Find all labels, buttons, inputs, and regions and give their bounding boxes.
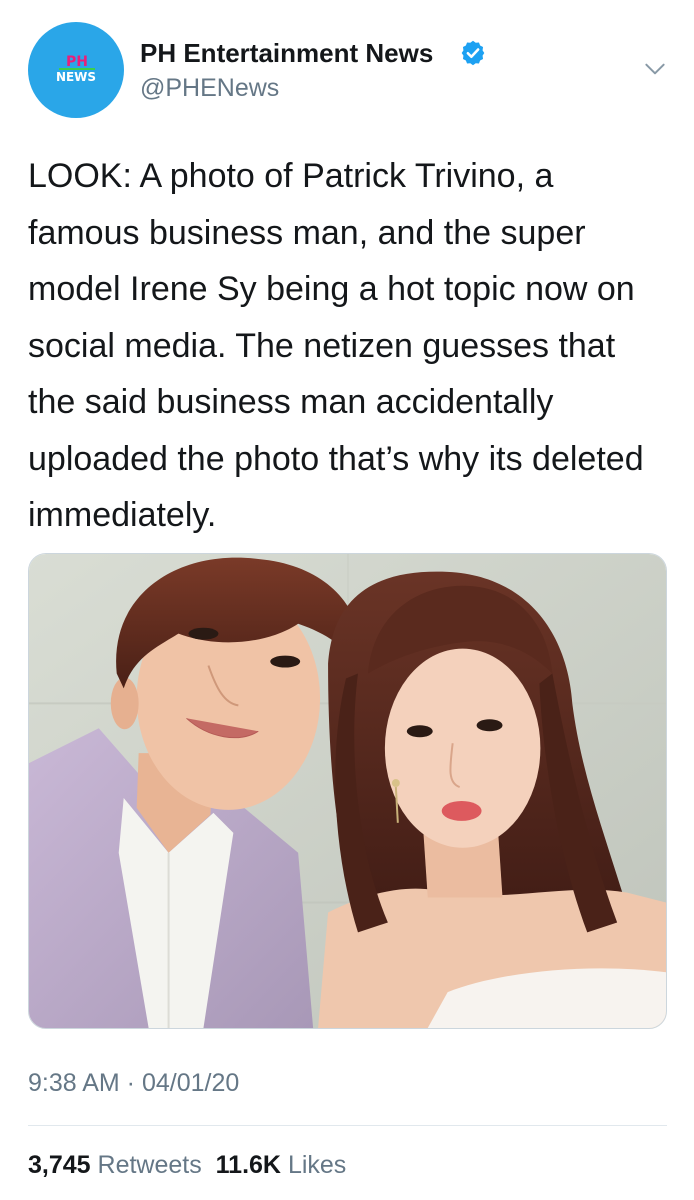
avatar-logo-bottom: NEWS bbox=[55, 70, 97, 84]
likes-label: Likes bbox=[287, 1151, 347, 1179]
retweets-stat[interactable]: 3,745 Retweets bbox=[28, 1151, 202, 1179]
likes-stat[interactable]: 11.6K Likes bbox=[209, 1151, 347, 1179]
divider bbox=[28, 1125, 667, 1126]
tweet-card: PH NEWS PH Entertainment News @PHENews L… bbox=[0, 0, 694, 1200]
photo-illustration bbox=[29, 554, 666, 1028]
author-display-name[interactable]: PH Entertainment News bbox=[140, 38, 433, 68]
tweet-text: LOOK: A photo of Patrick Trivino, a famo… bbox=[28, 157, 644, 534]
chevron-down-icon[interactable] bbox=[642, 56, 668, 82]
engagement-stats: 3,745 Retweets 11.6K Likes bbox=[28, 1150, 346, 1180]
retweets-label: Retweets bbox=[97, 1151, 202, 1179]
tweet-timestamp[interactable]: 9:38 AM · 04/01/20 bbox=[28, 1068, 239, 1098]
verified-badge-icon bbox=[461, 40, 485, 66]
tweet-photo[interactable] bbox=[28, 553, 667, 1029]
likes-count: 11.6K bbox=[215, 1151, 281, 1179]
ph-news-logo: PH NEWS bbox=[45, 55, 107, 89]
author-avatar[interactable]: PH NEWS bbox=[28, 22, 124, 118]
author-handle[interactable]: @PHENews bbox=[140, 73, 279, 103]
avatar-logo-top: PH bbox=[66, 54, 88, 70]
retweets-count: 3,745 bbox=[28, 1151, 91, 1179]
